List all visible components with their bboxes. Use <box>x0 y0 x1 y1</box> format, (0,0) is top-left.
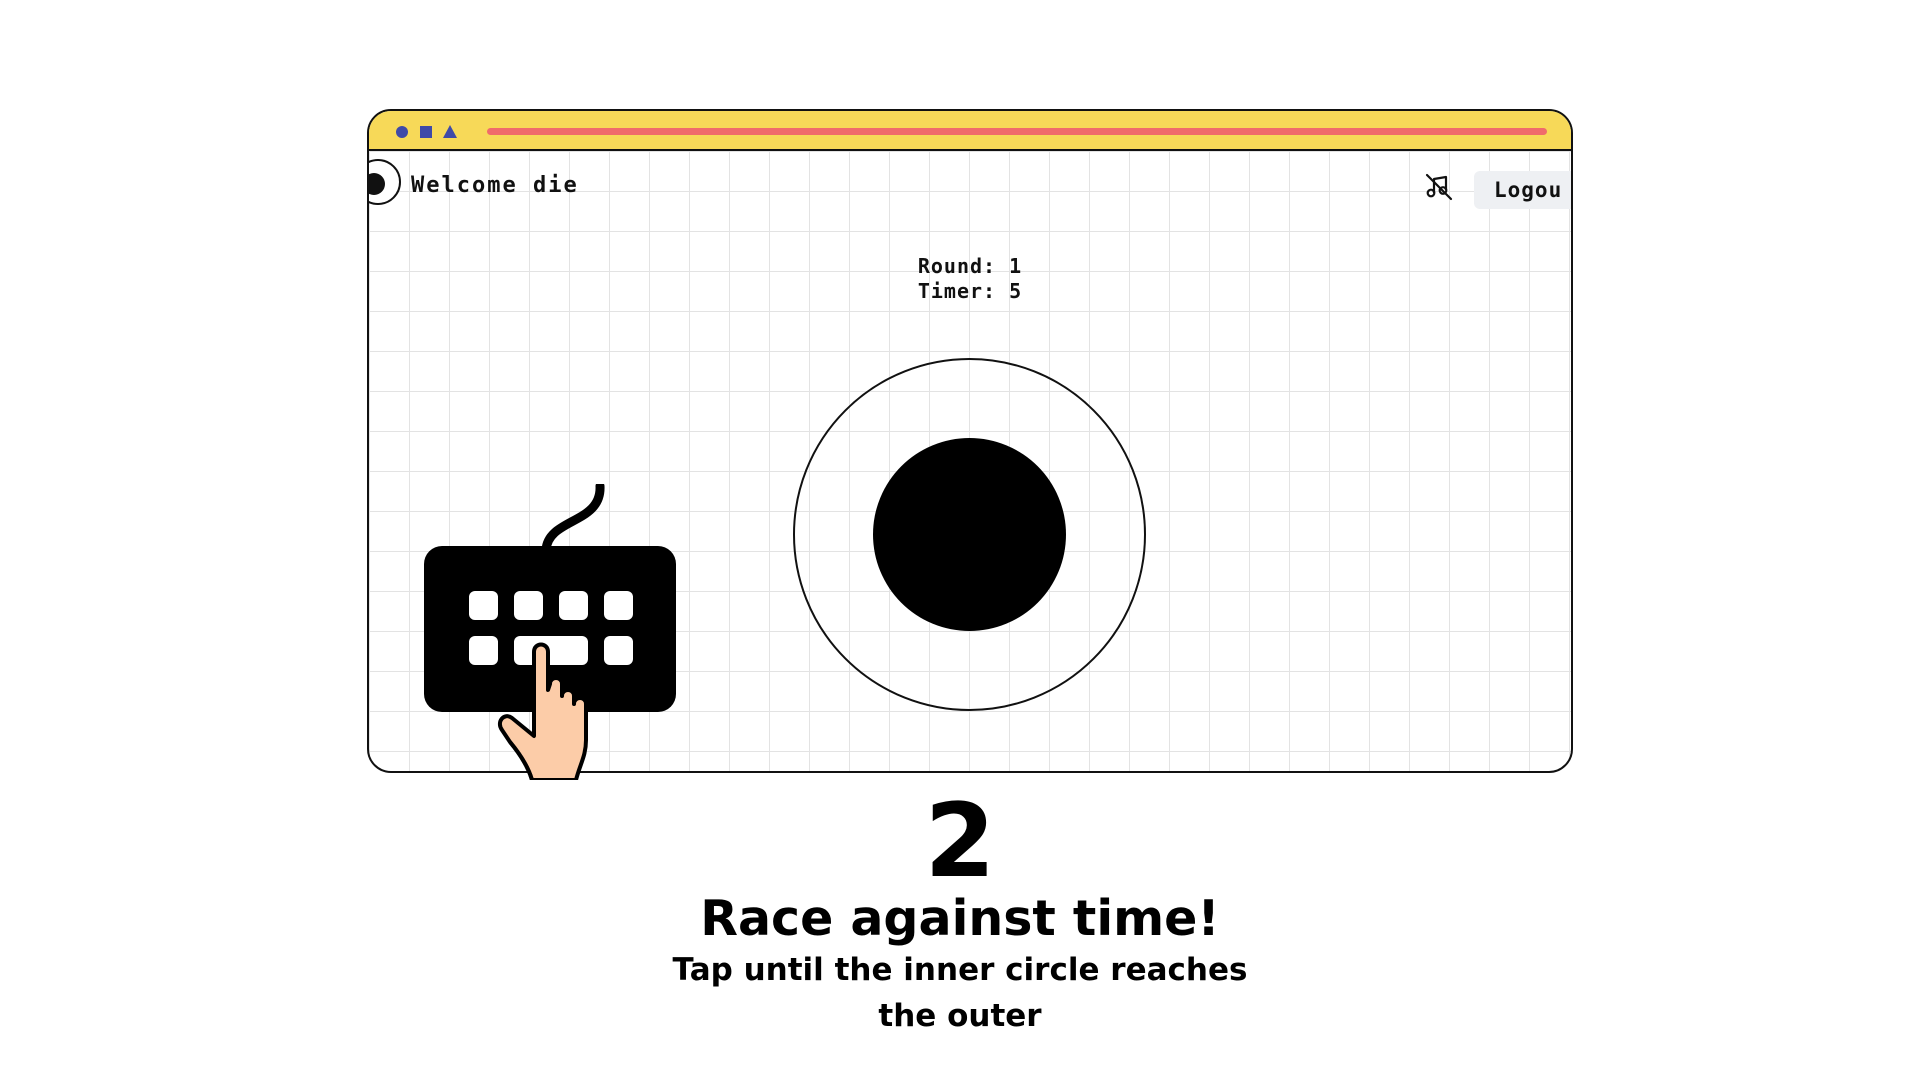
square-icon <box>420 126 432 138</box>
triangle-icon <box>443 125 457 138</box>
music-off-icon <box>1425 173 1453 201</box>
step-title: Race against time! <box>700 890 1220 947</box>
round-counter: Round: 1 <box>917 254 1023 278</box>
slide: Welcome die Logou Round: 1 Timer: 5 2 Ra… <box>0 0 1920 1080</box>
timer-display: Timer: 5 <box>917 279 1023 303</box>
game-stats: Round: 1 Timer: 5 <box>369 254 1571 304</box>
avatar <box>369 159 401 205</box>
keyboard-tap-icon <box>424 484 676 780</box>
avatar-icon <box>369 173 385 195</box>
music-toggle-button[interactable] <box>1423 171 1455 203</box>
window-titlebar <box>369 111 1571 151</box>
step-number: 2 <box>924 782 996 901</box>
titlebar-progress-bar <box>487 128 1547 135</box>
step-description: Tap until the inner circle reaches the o… <box>672 952 1248 1034</box>
inner-circle-button[interactable] <box>873 438 1066 631</box>
logout-button[interactable]: Logou <box>1474 171 1571 209</box>
circle-icon <box>396 126 408 138</box>
welcome-text: Welcome die <box>411 173 579 198</box>
